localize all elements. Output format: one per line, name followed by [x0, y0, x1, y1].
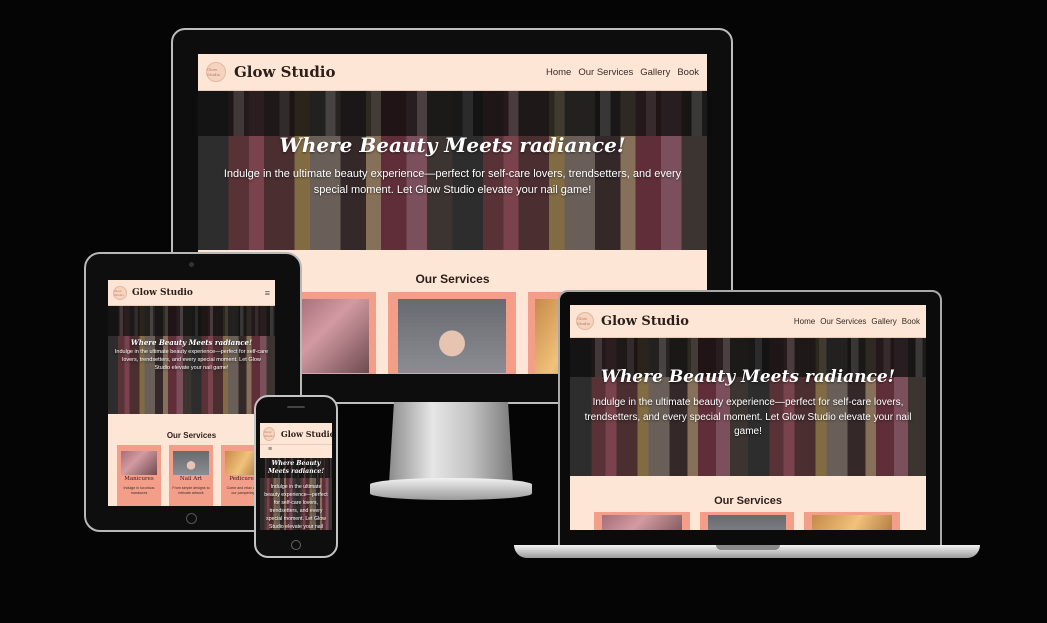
brand-name[interactable]: Glow Studio [234, 63, 336, 81]
nav-gallery-link[interactable]: Gallery [640, 67, 670, 78]
hero-text: Indulge in the ultimate beauty experienc… [264, 484, 328, 530]
laptop-screen: Glow Studio Glow Studio Home Our Service… [570, 305, 926, 530]
brand-name[interactable]: Glow Studio [601, 314, 689, 329]
phone-navbar: Glow Studio Glow Studio [260, 423, 332, 445]
nav-home-link[interactable]: Home [794, 317, 815, 326]
laptop-navbar: Glow Studio Glow Studio Home Our Service… [570, 305, 926, 338]
camera-icon [189, 262, 194, 267]
logo[interactable]: Glow Studio [206, 62, 226, 82]
hero-text: Indulge in the ultimate beauty experienc… [114, 349, 269, 371]
card-image [398, 299, 506, 374]
nav-services-link[interactable]: Our Services [820, 317, 866, 326]
hero-text: Indulge in the ultimate beauty experienc… [584, 397, 912, 437]
hero-image [108, 306, 275, 337]
service-card-nail-art[interactable]: Nail Art From simple designs to intricat… [169, 445, 213, 506]
card-text: Indulge in luxurious manicures [123, 486, 155, 495]
logo[interactable]: Glow Studio [113, 285, 127, 300]
menu-icon[interactable]: ≡ [265, 288, 270, 298]
hero-title: Where Beauty Meets radiance! [279, 133, 626, 157]
service-card-pedicures[interactable] [804, 512, 900, 530]
phone-screen: Glow Studio Glow Studio ≡ Where Beauty M… [260, 423, 332, 530]
service-card-manicures[interactable] [290, 292, 376, 374]
services-section: Our Services Manicures Indulge in luxuri… [108, 414, 275, 506]
brand-name[interactable]: Glow Studio [132, 288, 193, 298]
home-button-icon [186, 513, 197, 524]
card-image [601, 515, 683, 530]
home-button-icon [291, 540, 301, 550]
monitor-stand-base [370, 478, 532, 500]
hero-section: Where Beauty Meets radiance! Indulge in … [198, 91, 707, 250]
nav-links: Home Our Services Gallery Book [546, 67, 699, 78]
nav-links: Home Our Services Gallery Book [794, 317, 920, 326]
tablet-screen: Glow Studio Glow Studio ≡ Where Beauty M… [108, 280, 275, 506]
card-image [811, 515, 893, 530]
menu-icon[interactable]: ≡ [268, 446, 272, 453]
nav-book-link[interactable]: Book [902, 317, 920, 326]
logo[interactable]: Glow Studio [576, 312, 594, 330]
laptop-notch [716, 545, 780, 550]
service-card-nail-art[interactable] [388, 292, 516, 374]
monitor-stand [389, 402, 513, 484]
hero-title: Where Beauty Meets radiance! [130, 338, 253, 347]
hero-title: Where Beauty Meets radiance! [267, 460, 325, 476]
services-section: Our Services [570, 476, 926, 530]
speaker-icon [287, 406, 305, 408]
card-title: Nail Art [179, 476, 203, 482]
service-card-nail-art[interactable] [700, 512, 794, 530]
hero-section: Where Beauty Meets radiance! Indulge in … [108, 306, 275, 414]
card-image [296, 299, 370, 374]
hero-section: Where Beauty Meets radiance! Indulge in … [260, 458, 332, 530]
services-title: Our Services [714, 495, 782, 507]
service-card-manicures[interactable]: Manicures Indulge in luxurious manicures [117, 445, 161, 506]
services-title: Our Services [166, 431, 217, 440]
hero-image [198, 91, 707, 136]
hero-text: Indulge in the ultimate beauty experienc… [223, 168, 682, 196]
service-card-manicures[interactable] [594, 512, 690, 530]
hero-section: Where Beauty Meets radiance! Indulge in … [570, 338, 926, 476]
logo[interactable]: Glow Studio [263, 426, 275, 441]
card-image [172, 450, 210, 475]
brand-name[interactable]: Glow Studio [281, 429, 332, 439]
card-title: Manicures [124, 476, 154, 482]
card-image [120, 450, 158, 475]
nav-book-link[interactable]: Book [677, 67, 699, 78]
phone-menu-row: ≡ [260, 445, 332, 458]
nav-home-link[interactable]: Home [546, 67, 571, 78]
card-image [707, 515, 787, 530]
nav-gallery-link[interactable]: Gallery [871, 317, 896, 326]
hero-title: Where Beauty Meets radiance! [600, 367, 896, 387]
tablet-navbar: Glow Studio Glow Studio ≡ [108, 280, 275, 306]
card-text: From simple designs to intricate artwork [172, 486, 210, 495]
nav-services-link[interactable]: Our Services [578, 67, 633, 78]
desktop-navbar: Glow Studio Glow Studio Home Our Service… [198, 54, 707, 91]
